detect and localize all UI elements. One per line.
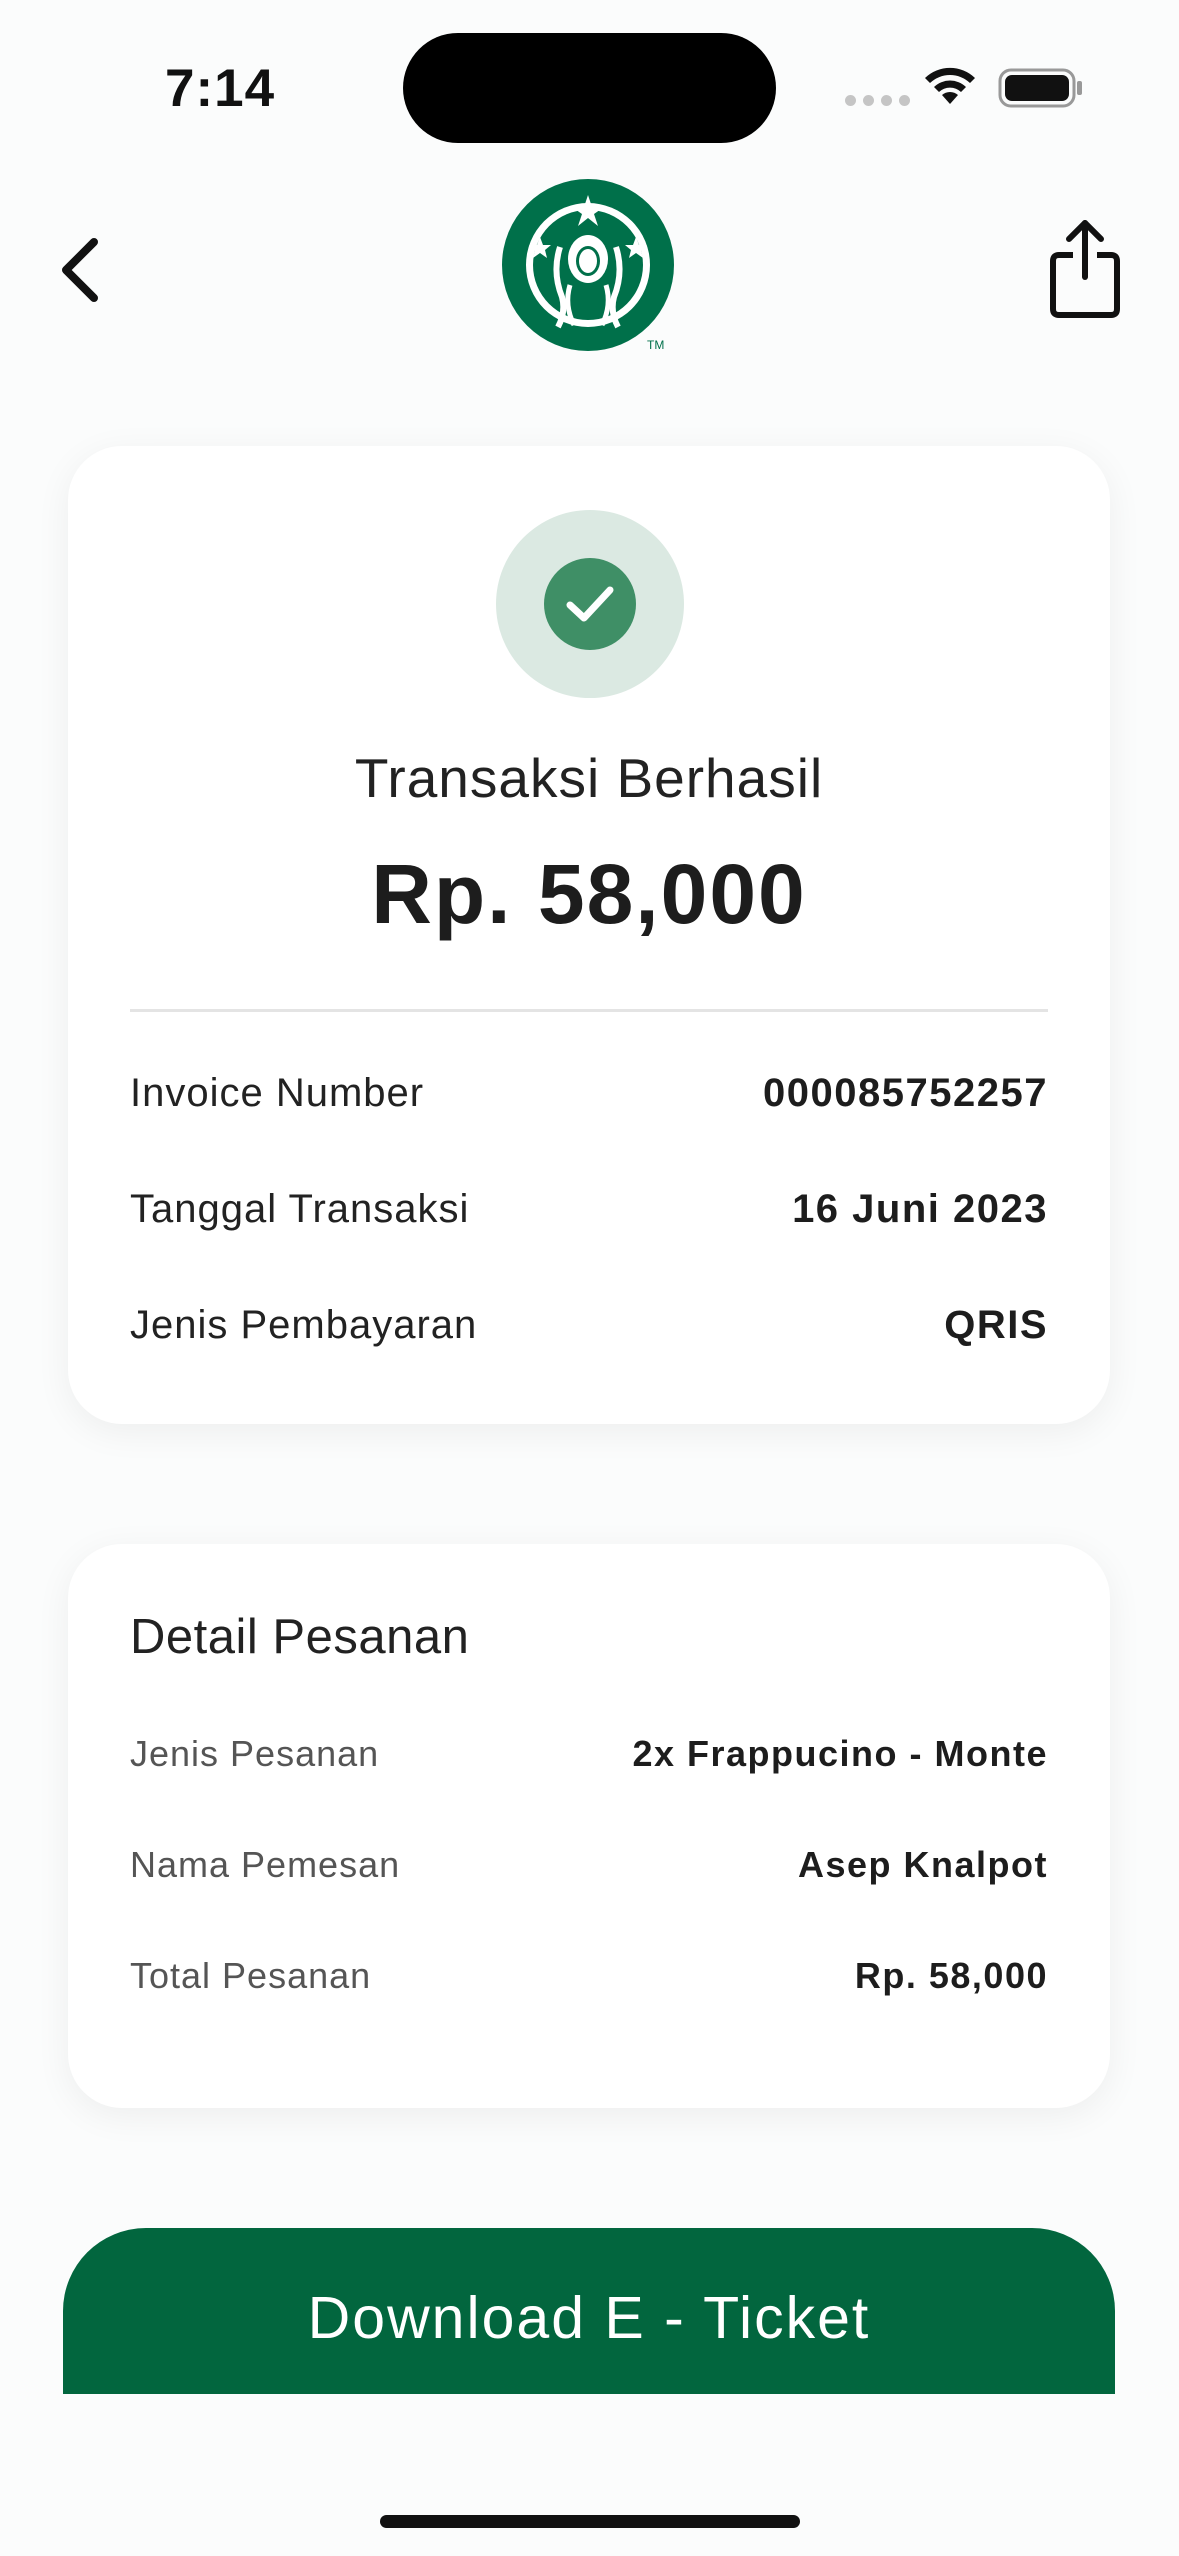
share-icon: [1050, 220, 1120, 318]
download-button-label: Download E - Ticket: [307, 2285, 871, 2351]
transaction-date-row: Tanggal Transaksi 16 Juni 2023: [130, 1187, 1048, 1232]
invoice-number-row: Invoice Number 000085752257: [130, 1071, 1048, 1116]
transaction-status-title: Transaksi Berhasil: [354, 747, 824, 809]
payment-type-row: Jenis Pembayaran QRIS: [130, 1303, 1048, 1348]
order-detail-card: Detail Pesanan Jenis Pesanan 2x Frappuci…: [68, 1544, 1110, 2108]
row-value: Rp. 58,000: [854, 1955, 1048, 1996]
row-label: Tanggal Transaksi: [130, 1187, 470, 1231]
order-detail-title: Detail Pesanan: [130, 1610, 470, 1664]
row-value: QRIS: [944, 1303, 1048, 1347]
row-label: Invoice Number: [130, 1071, 425, 1115]
row-value: 16 Juni 2023: [792, 1187, 1048, 1231]
row-label: Total Pesanan: [130, 1955, 372, 1996]
status-bar: 7:14: [0, 0, 1179, 170]
status-time: 7:14: [165, 59, 276, 118]
customer-name-row: Nama Pemesan Asep Knalpot: [130, 1844, 1048, 1886]
row-value: 000085752257: [763, 1071, 1048, 1115]
success-badge: [496, 510, 684, 698]
row-label: Jenis Pembayaran: [130, 1303, 478, 1347]
order-total-row: Total Pesanan Rp. 58,000: [130, 1955, 1048, 1997]
chevron-left-icon: [62, 238, 98, 302]
cellular-signal-icon: [845, 95, 910, 106]
back-button[interactable]: [52, 230, 112, 310]
share-button[interactable]: [1045, 215, 1125, 325]
home-indicator[interactable]: [380, 2515, 800, 2528]
transaction-amount: Rp. 58,000: [371, 847, 807, 941]
dynamic-island: [403, 33, 776, 143]
row-value: 2x Frappucino - Monte: [632, 1733, 1048, 1774]
order-type-row: Jenis Pesanan 2x Frappucino - Monte: [130, 1733, 1048, 1775]
top-navigation: TM: [0, 170, 1179, 370]
starbucks-logo: TM: [502, 179, 674, 352]
row-value: Asep Knalpot: [797, 1844, 1048, 1885]
wifi-icon: [925, 67, 975, 104]
download-e-ticket-button[interactable]: Download E - Ticket: [63, 2228, 1115, 2394]
svg-text:TM: TM: [647, 338, 664, 352]
battery-icon: [998, 68, 1082, 108]
divider: [130, 1009, 1048, 1012]
transaction-status-card: Transaksi Berhasil Rp. 58,000 Invoice Nu…: [68, 446, 1110, 1424]
row-label: Nama Pemesan: [130, 1844, 401, 1885]
check-icon: [566, 586, 614, 622]
row-label: Jenis Pesanan: [130, 1733, 380, 1774]
